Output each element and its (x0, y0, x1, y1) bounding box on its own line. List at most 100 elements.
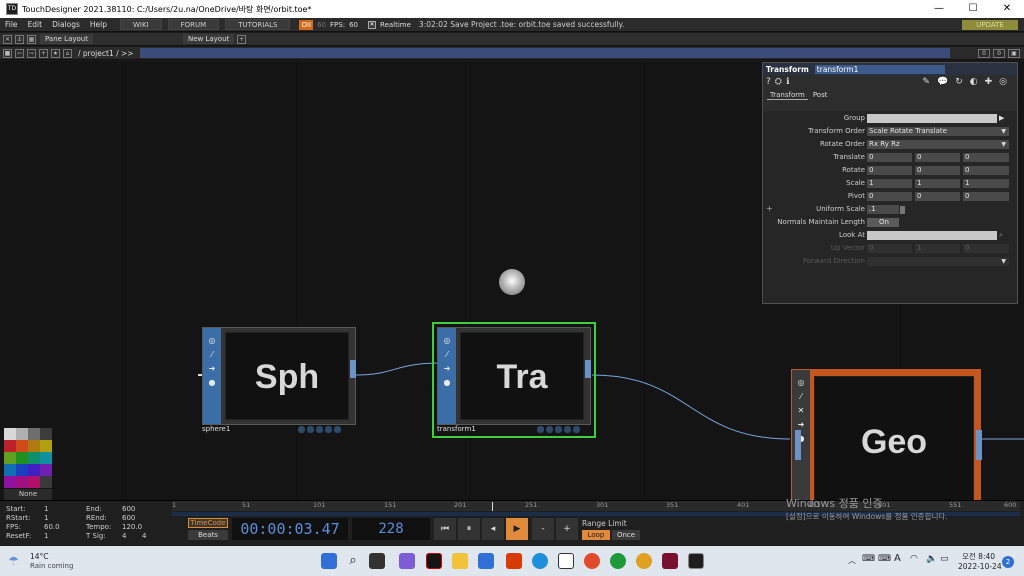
notion-icon[interactable] (558, 553, 574, 569)
flag-e-icon[interactable] (334, 426, 341, 433)
swatch-white[interactable] (4, 428, 16, 440)
chrome-profile-2-icon[interactable] (636, 553, 652, 569)
geo-output-connector[interactable] (976, 430, 982, 460)
flag-a-icon[interactable] (298, 426, 305, 433)
up-vector-x-field[interactable]: 0 (867, 244, 912, 253)
beats-button[interactable]: Beats (188, 530, 228, 540)
look-at-pick-icon[interactable]: ⌕ (999, 231, 1003, 240)
once-button[interactable]: Once (612, 530, 640, 540)
translate-x-field[interactable]: 0 (867, 153, 912, 162)
weather-icon[interactable]: ☂ (8, 554, 19, 568)
pivot-z-field[interactable]: 0 (963, 192, 1009, 201)
stop-icon[interactable]: ■ (3, 48, 12, 58)
swatch-orange[interactable] (16, 440, 28, 452)
pause-button[interactable]: ⏸ (458, 518, 480, 540)
ime-mode-indicator[interactable]: A (894, 553, 901, 564)
clock-date[interactable]: 2022-10-24 (958, 562, 1002, 571)
rotate-x-field[interactable]: 0 (867, 166, 912, 175)
playhead[interactable] (492, 502, 493, 511)
render-icon[interactable]: ● (442, 378, 452, 388)
search-icon[interactable]: ⌕ (345, 553, 361, 569)
pivot-y-field[interactable]: 0 (915, 192, 960, 201)
scale-y-field[interactable]: 1 (915, 179, 960, 188)
weather-desc[interactable]: Rain coming (30, 562, 73, 570)
mail-icon[interactable] (478, 553, 494, 569)
python-help-icon[interactable]: ⛭ (775, 77, 782, 87)
maximize-button[interactable]: ☐ (956, 0, 990, 18)
notification-badge[interactable]: 2 (1002, 556, 1014, 568)
pane-layout-button[interactable]: Pane Layout (40, 34, 93, 44)
play-button[interactable]: ▶ (506, 518, 528, 540)
look-at-field[interactable] (867, 231, 997, 240)
flag-b-icon[interactable] (546, 426, 553, 433)
pane-menu-icon[interactable]: ▣ (1008, 49, 1020, 58)
flag-b-icon[interactable] (307, 426, 314, 433)
file-explorer-icon[interactable] (452, 553, 468, 569)
bypass-icon[interactable]: ⁄ (442, 350, 452, 360)
python-icon[interactable]: ◐ (970, 77, 978, 87)
swatch-lime[interactable] (4, 452, 16, 464)
info-icon[interactable]: ℹ (786, 77, 789, 87)
cook-icon[interactable]: ✕ (796, 406, 806, 416)
reset-icon[interactable]: ↻ (955, 77, 963, 87)
swatch-magenta[interactable] (16, 476, 28, 488)
wiki-button[interactable]: WIKI (120, 19, 162, 30)
new-layout-button[interactable]: New Layout (182, 34, 235, 44)
swatch-none-button[interactable]: None (4, 489, 52, 500)
sphere-node-name[interactable]: sphere1 (202, 425, 230, 433)
swatch-lightgray[interactable] (16, 428, 28, 440)
path-field[interactable] (139, 48, 950, 58)
rotate-z-field[interactable]: 0 (963, 166, 1009, 175)
target-icon[interactable]: ◎ (999, 77, 1007, 87)
flag-e-icon[interactable] (573, 426, 580, 433)
op-name-field[interactable]: transform1 (814, 64, 945, 74)
swatch-darkgray[interactable] (40, 428, 52, 440)
step-back-button[interactable]: ◂ (482, 518, 504, 540)
pane-anchor-icon[interactable]: ⚓ (15, 34, 24, 44)
rstart-value[interactable]: 1 (44, 514, 48, 522)
clock-time[interactable]: 오전 8:40 (962, 551, 995, 562)
chrome-profile-icon[interactable] (610, 553, 626, 569)
bypass-icon[interactable]: ⁄ (207, 350, 217, 360)
viewer-icon[interactable]: ◎ (207, 336, 217, 346)
help-icon[interactable]: ? (766, 77, 771, 87)
display-icon[interactable]: ➜ (442, 364, 452, 374)
flag-d-icon[interactable] (325, 426, 332, 433)
transform-output-connector[interactable] (585, 360, 591, 378)
add-op-icon[interactable]: + (39, 48, 48, 58)
translate-z-field[interactable]: 0 (963, 153, 1009, 162)
translate-y-field[interactable]: 0 (915, 153, 960, 162)
volume-icon[interactable]: 🔈 (926, 554, 937, 564)
edge-icon[interactable] (532, 553, 548, 569)
swatch-pink[interactable] (28, 476, 40, 488)
tray-extra-icon[interactable]: ⌨ (878, 554, 891, 564)
swatch-empty[interactable] (40, 476, 52, 488)
netflix-icon[interactable] (426, 553, 442, 569)
transform-order-menu[interactable]: Scale Rotate Translate ▼ (867, 127, 1009, 136)
weather-temp[interactable]: 14°C (30, 552, 49, 561)
tempo-value[interactable]: 120.0 (122, 523, 142, 531)
flag-a-icon[interactable] (537, 426, 544, 433)
office-icon[interactable] (506, 553, 522, 569)
rotate-y-field[interactable]: 0 (915, 166, 960, 175)
swatch-gray[interactable] (28, 428, 40, 440)
render-icon[interactable]: ● (207, 378, 217, 388)
tab-post[interactable]: Post (810, 91, 831, 99)
comment-icon[interactable]: 💬 (937, 77, 948, 87)
timeline-ruler[interactable]: 1 51 101 151 201 251 301 351 401 451 501… (172, 501, 1020, 511)
increment-button[interactable]: + (556, 518, 578, 540)
swatch-cyan[interactable] (40, 452, 52, 464)
add-icon[interactable]: ✚ (985, 77, 993, 87)
realtime-checkbox[interactable]: ✕ (368, 20, 377, 29)
flag-c-icon[interactable] (316, 426, 323, 433)
home-icon[interactable]: ⌂ (63, 48, 72, 58)
pane-split-icon[interactable]: ▦ (27, 34, 36, 44)
normals-toggle[interactable]: On (867, 218, 899, 227)
swatch-indigo[interactable] (28, 464, 40, 476)
battery-icon[interactable]: ▭ (940, 554, 949, 564)
timecode-button[interactable]: TimeCode (188, 518, 228, 528)
update-button[interactable]: UPDATE (962, 20, 1018, 30)
tsig-numerator[interactable]: 4 (122, 532, 126, 540)
resetf-value[interactable]: 1 (44, 532, 48, 540)
tray-ime-icon[interactable]: ⌨ (862, 554, 875, 564)
